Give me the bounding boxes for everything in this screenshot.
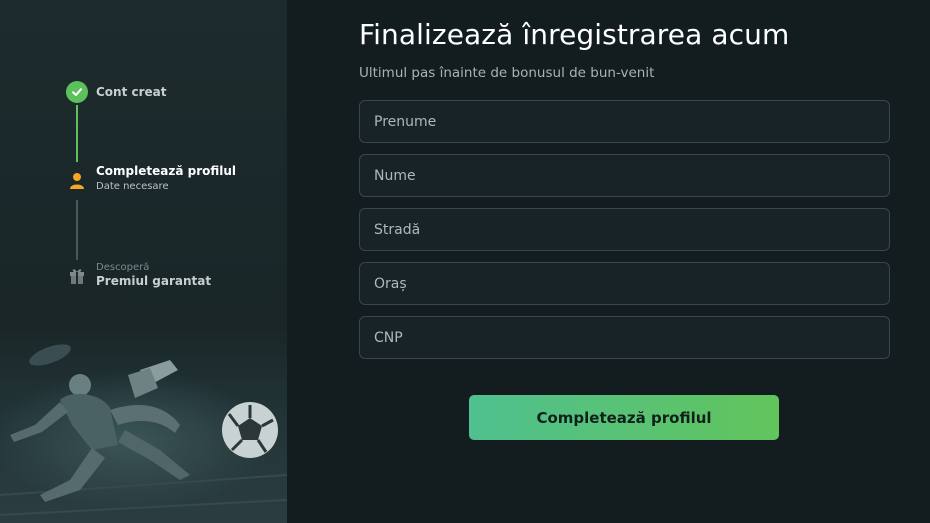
progress-line-pending <box>76 200 78 260</box>
main-panel: Finalizează înregistrarea acum Ultimul p… <box>287 0 930 523</box>
page-subtitle: Ultimul pas înainte de bonusul de bun-ve… <box>359 65 655 81</box>
step-title: Completează profilul <box>96 164 237 178</box>
last-name-field[interactable] <box>359 154 890 197</box>
user-icon <box>66 170 88 192</box>
step-subtitle: Date necesare <box>96 181 169 192</box>
check-icon <box>66 81 88 103</box>
soccer-player-illustration <box>0 330 287 523</box>
step-title: Premiul garantat <box>96 274 212 288</box>
gift-icon <box>66 265 88 287</box>
cnp-field[interactable] <box>359 316 890 359</box>
step-title: Cont creat <box>96 85 167 99</box>
complete-profile-button[interactable]: Completează profilul <box>469 395 779 440</box>
first-name-field[interactable] <box>359 100 890 143</box>
city-field[interactable] <box>359 262 890 305</box>
progress-line-completed <box>76 105 78 162</box>
page-title: Finalizează înregistrarea acum <box>359 18 790 51</box>
street-field[interactable] <box>359 208 890 251</box>
step-pretitle: Descoperă <box>96 262 150 273</box>
progress-sidebar: Cont creat Completează profilul Date nec… <box>0 0 287 523</box>
